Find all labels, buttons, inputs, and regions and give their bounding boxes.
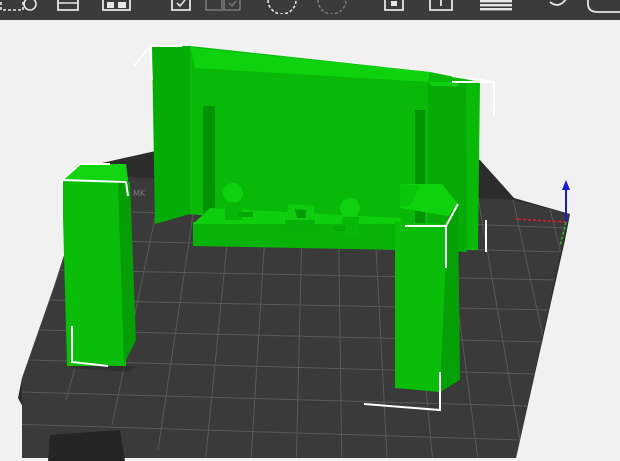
toolbar-button-copy[interactable] <box>170 0 192 14</box>
prusaslicer-window: MK <box>0 0 620 461</box>
svg-text:MK: MK <box>133 189 146 198</box>
split-objects-icon <box>384 0 404 11</box>
copy-icon <box>171 0 191 11</box>
arrange-icon <box>102 0 131 11</box>
redo-arrow-icon <box>587 0 620 13</box>
toolbar-button-select[interactable] <box>0 0 40 14</box>
layers-icon <box>480 0 512 11</box>
undo-arrow-icon <box>549 0 567 6</box>
toolbar-button-redo[interactable] <box>586 0 620 14</box>
toolbar-button-add[interactable] <box>57 0 79 14</box>
redo-circle-icon <box>317 0 347 14</box>
toolbar-button-split-parts[interactable] <box>428 0 454 14</box>
toolbar-button-arrange[interactable] <box>102 0 132 14</box>
split-parts-icon <box>429 0 453 11</box>
toolbar-button-layers[interactable] <box>479 0 513 14</box>
undo-circle-icon <box>267 0 297 14</box>
toolbar-button-undo[interactable] <box>548 0 570 14</box>
center-box[interactable] <box>285 204 315 232</box>
toolbar-button-split-objects[interactable] <box>383 0 405 14</box>
plater-toolbar <box>0 0 620 21</box>
rectangle-select-icon <box>0 0 37 11</box>
paste-icon <box>205 0 241 11</box>
toolbar-button-paste[interactable] <box>205 0 241 14</box>
add-object-icon <box>57 0 79 11</box>
3d-viewport[interactable]: MK <box>0 20 620 461</box>
toolbar-button-undo-history[interactable] <box>266 0 298 14</box>
toolbar-button-redo-history[interactable] <box>316 0 348 14</box>
left-pillar[interactable] <box>62 164 136 366</box>
